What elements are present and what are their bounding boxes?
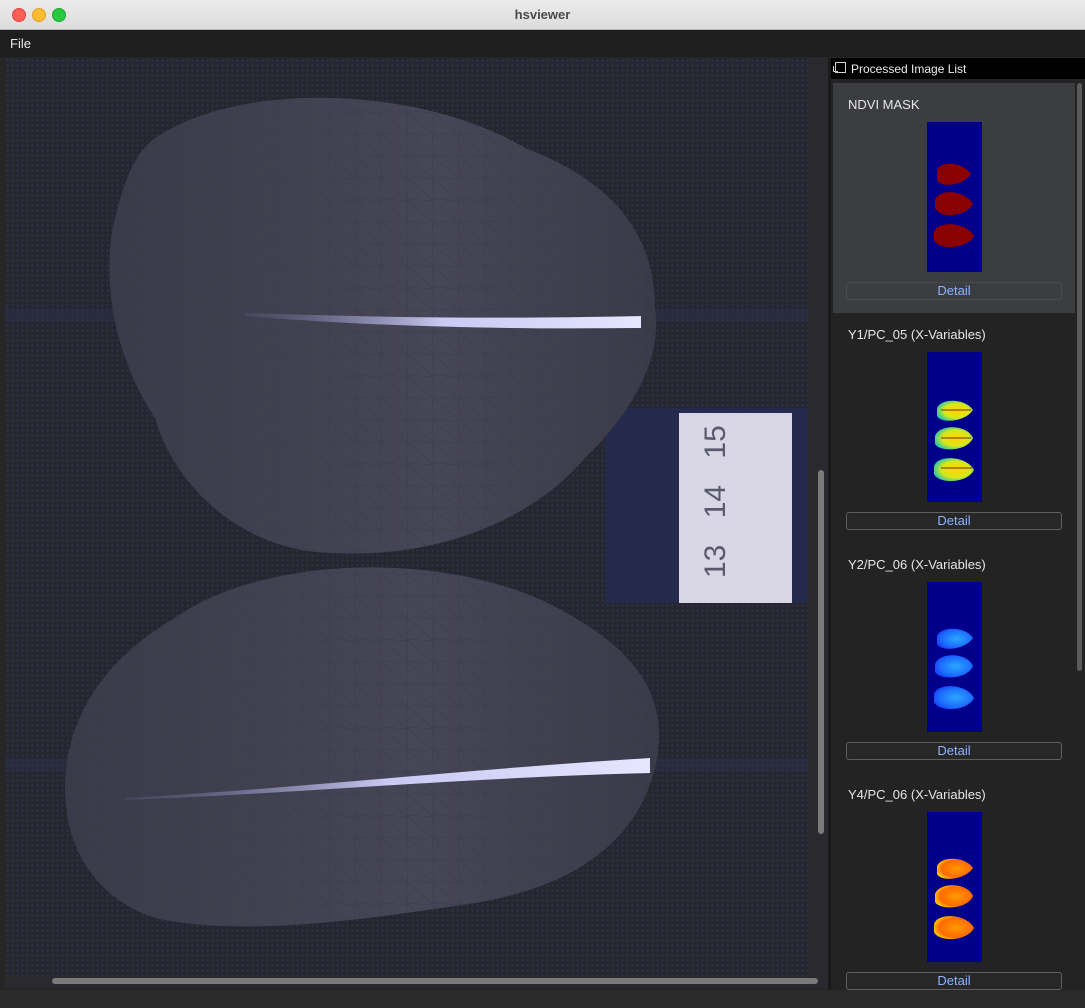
status-bar (0, 990, 1085, 1008)
y2-pc06-thumbnail (927, 582, 982, 732)
item-label: Y4/PC_06 (X-Variables) (848, 787, 986, 802)
dock-float-icon[interactable] (833, 62, 846, 73)
hyperspectral-image-viewer[interactable]: 13 14 15 (5, 58, 828, 988)
panel-scroll-thumb[interactable] (1077, 83, 1082, 671)
list-item[interactable]: Y2/PC_06 (X-Variables) Detail (833, 543, 1075, 773)
sample-label-text: 13 14 15 (699, 425, 732, 578)
item-label: Y2/PC_06 (X-Variables) (848, 557, 986, 572)
hyperspectral-image[interactable]: 13 14 15 (5, 58, 808, 976)
viewer-horizontal-scrollbar[interactable] (5, 976, 818, 986)
panel-header[interactable]: Processed Image List (831, 58, 1085, 79)
list-item[interactable]: Y1/PC_05 (X-Variables) Detail (833, 313, 1075, 543)
detail-button[interactable]: Detail (846, 512, 1062, 530)
horizontal-scroll-thumb[interactable] (52, 978, 818, 984)
panel-vertical-scrollbar[interactable] (1076, 83, 1083, 990)
list-item[interactable]: NDVI MASK Detail (833, 83, 1075, 313)
detail-button[interactable]: Detail (846, 282, 1062, 300)
menu-bar: File (0, 30, 1085, 57)
viewer-vertical-scrollbar[interactable] (818, 58, 826, 976)
detail-button[interactable]: Detail (846, 972, 1062, 990)
item-label: Y1/PC_05 (X-Variables) (848, 327, 986, 342)
detail-button[interactable]: Detail (846, 742, 1062, 760)
processed-image-list-panel: Processed Image List NDVI MASK Detail Y1… (831, 58, 1085, 990)
ndvi-mask-thumbnail (927, 122, 982, 272)
title-bar[interactable]: hsviewer (0, 0, 1085, 30)
vertical-scroll-thumb[interactable] (818, 470, 824, 834)
window-title: hsviewer (514, 7, 571, 22)
app-window: hsviewer File 13 14 15 Processed Image L… (0, 0, 1085, 1008)
y1-pc05-thumbnail (927, 352, 982, 502)
panel-title: Processed Image List (851, 62, 967, 76)
menu-file[interactable]: File (10, 36, 31, 51)
list-item[interactable]: Y4/PC_06 (X-Variables) Detail (833, 773, 1075, 990)
item-label: NDVI MASK (848, 97, 920, 112)
leaf-scan-image: 13 14 15 (5, 97, 808, 927)
processed-image-list[interactable]: NDVI MASK Detail Y1/PC_05 (X-Variables) (833, 83, 1075, 990)
y4-pc06-thumbnail (927, 812, 982, 962)
